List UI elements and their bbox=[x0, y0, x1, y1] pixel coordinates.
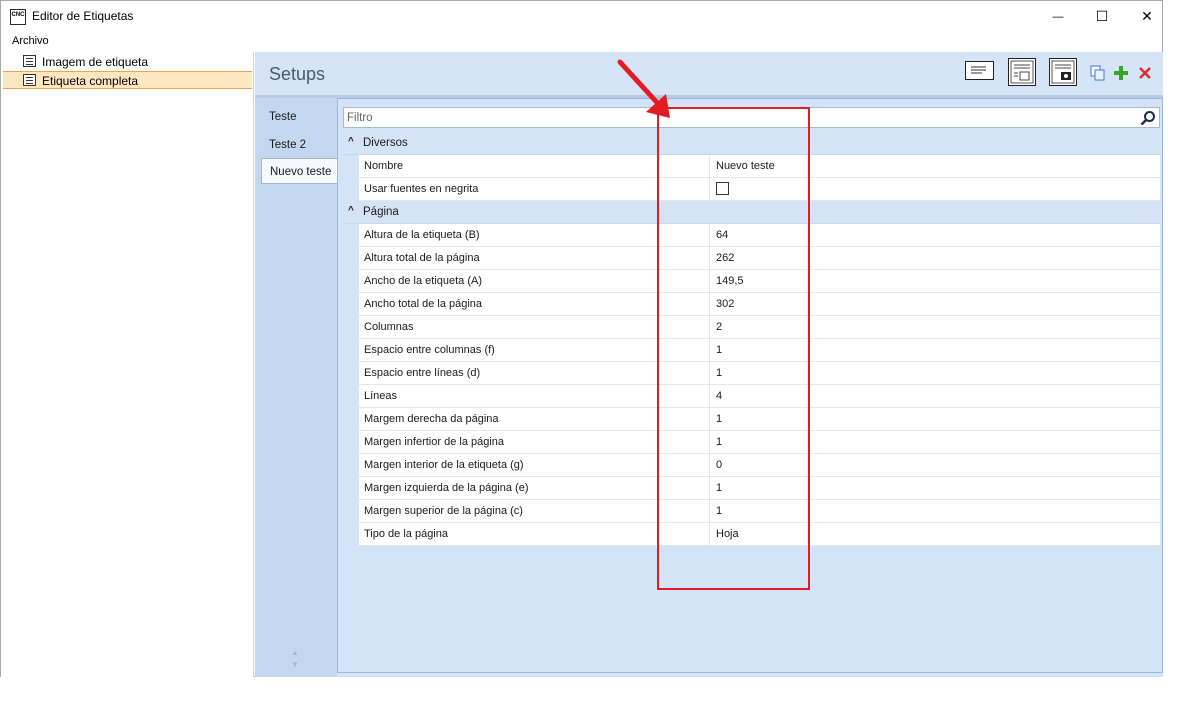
annotation-arrow-icon bbox=[617, 59, 670, 118]
label-image-icon bbox=[23, 55, 36, 67]
tab-teste-2[interactable]: Teste 2 bbox=[261, 132, 337, 158]
label-layout-icon bbox=[971, 66, 986, 74]
app-icon: CNC bbox=[10, 9, 26, 25]
maximize-button[interactable]: ☐ bbox=[1079, 1, 1125, 32]
sidebar: Imagem de etiqueta Etiqueta completa bbox=[1, 52, 254, 677]
photo-layout-icon bbox=[1051, 60, 1075, 84]
add-icon bbox=[1114, 66, 1128, 80]
delete-button[interactable] bbox=[1136, 64, 1154, 82]
sidebar-item-etiqueta-completa[interactable]: Etiqueta completa bbox=[3, 71, 252, 89]
tabs-scroll-down-icon[interactable]: ▼ bbox=[291, 660, 299, 669]
page-layout-icon bbox=[1010, 60, 1034, 84]
setup-tabs: Teste Teste 2 Nuevo teste ▲ ▼ bbox=[255, 98, 337, 677]
page-layout-button[interactable] bbox=[1008, 58, 1036, 86]
page-title: Setups bbox=[269, 64, 326, 84]
annotation-rectangle bbox=[657, 107, 810, 590]
label-layout-button[interactable] bbox=[965, 61, 994, 80]
title-bar: CNC Editor de Etiquetas — ☐ ✕ bbox=[1, 1, 1162, 32]
tab-teste[interactable]: Teste bbox=[261, 104, 337, 130]
tab-nuevo-teste[interactable]: Nuevo teste bbox=[261, 158, 337, 184]
menu-bar: Archivo bbox=[1, 32, 1162, 52]
window-title: Editor de Etiquetas bbox=[32, 9, 134, 23]
search-icon[interactable] bbox=[1140, 110, 1156, 126]
minimize-button[interactable]: — bbox=[1035, 1, 1081, 32]
copy-icon bbox=[1090, 65, 1105, 81]
collapse-icon[interactable]: ^ bbox=[348, 136, 354, 147]
tabs-scroll-up-icon[interactable]: ▲ bbox=[291, 648, 299, 657]
sidebar-item-imagem-de-etiqueta[interactable]: Imagem de etiqueta bbox=[3, 53, 252, 71]
menu-archivo[interactable]: Archivo bbox=[12, 35, 49, 47]
full-label-icon bbox=[23, 74, 36, 86]
delete-icon bbox=[1139, 67, 1151, 79]
category-label: Página bbox=[363, 206, 399, 218]
sidebar-item-label: Imagem de etiqueta bbox=[42, 55, 149, 69]
add-button[interactable] bbox=[1112, 64, 1130, 82]
photo-layout-button[interactable] bbox=[1049, 58, 1077, 86]
close-window-button[interactable]: ✕ bbox=[1124, 1, 1170, 32]
category-label: Diversos bbox=[363, 137, 408, 149]
sidebar-item-label: Etiqueta completa bbox=[42, 74, 139, 88]
app-window: CNC Editor de Etiquetas — ☐ ✕ Archivo Im… bbox=[0, 0, 1163, 677]
collapse-icon[interactable]: ^ bbox=[348, 205, 354, 216]
copy-button[interactable] bbox=[1089, 64, 1107, 82]
